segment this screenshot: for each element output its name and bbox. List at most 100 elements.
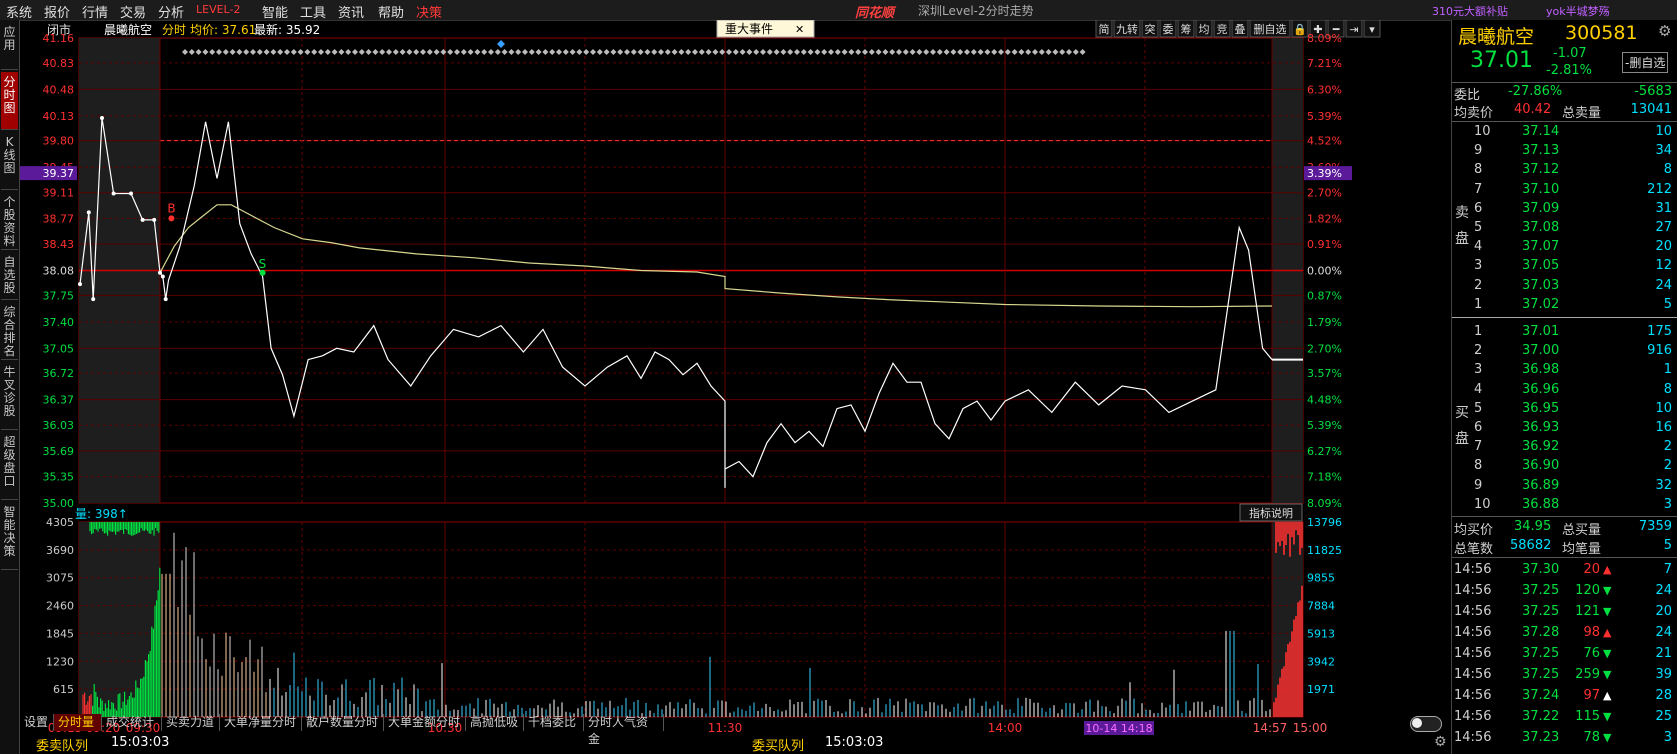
- event-diamond[interactable]: [726, 49, 732, 55]
- event-diamond[interactable]: [556, 49, 562, 55]
- bottom-tab-2[interactable]: 成交统计: [102, 714, 162, 731]
- event-diamond[interactable]: [1018, 49, 1025, 55]
- event-diamond[interactable]: [515, 49, 522, 55]
- event-diamond[interactable]: [834, 49, 841, 55]
- event-diamond[interactable]: [182, 49, 188, 55]
- user-name[interactable]: yok半城梦殇: [1546, 3, 1610, 19]
- event-diamond[interactable]: [719, 49, 726, 55]
- event-diamond[interactable]: [644, 49, 651, 55]
- event-diamond[interactable]: [821, 49, 828, 55]
- event-diamond[interactable]: [950, 49, 957, 55]
- event-diamond[interactable]: [528, 49, 535, 55]
- event-diamond[interactable]: [392, 49, 399, 55]
- event-diamond[interactable]: [324, 49, 331, 55]
- event-diamond[interactable]: [420, 49, 426, 55]
- event-diamond[interactable]: [1038, 49, 1045, 55]
- event-diamond[interactable]: [562, 49, 569, 55]
- event-markers[interactable]: [182, 40, 1086, 55]
- event-diamond[interactable]: [637, 49, 644, 55]
- event-diamond[interactable]: [1004, 49, 1011, 55]
- nav-2[interactable]: K线图: [1, 132, 18, 190]
- nav-6[interactable]: 牛叉诊股: [1, 362, 18, 430]
- event-diamond[interactable]: [522, 49, 528, 55]
- event-diamond[interactable]: [202, 49, 209, 55]
- event-diamond[interactable]: [229, 49, 236, 55]
- event-diamond[interactable]: [399, 49, 406, 55]
- event-diamond[interactable]: [256, 49, 263, 55]
- event-diamond[interactable]: [780, 49, 787, 55]
- event-diamond[interactable]: [991, 49, 998, 55]
- menu-item-0[interactable]: 系统: [6, 2, 32, 21]
- event-diamond[interactable]: [896, 49, 902, 55]
- event-diamond[interactable]: [678, 49, 685, 55]
- event-diamond[interactable]: [406, 49, 413, 55]
- event-diamond[interactable]: [379, 49, 386, 55]
- menu-item-7[interactable]: 工具: [300, 2, 326, 21]
- event-diamond[interactable]: [692, 49, 698, 55]
- event-diamond[interactable]: [236, 49, 243, 55]
- nav-4[interactable]: 自选股: [1, 252, 18, 300]
- event-diamond[interactable]: [331, 49, 338, 55]
- menu-item-1[interactable]: 报价: [44, 2, 70, 21]
- event-diamond[interactable]: [447, 49, 454, 55]
- event-diamond[interactable]: [1079, 49, 1086, 55]
- event-diamond[interactable]: [596, 49, 603, 55]
- settings-gear-icon-bottom[interactable]: ⚙: [1434, 734, 1447, 750]
- event-diamond[interactable]: [1052, 49, 1059, 55]
- event-diamond[interactable]: [277, 49, 284, 55]
- event-diamond[interactable]: [855, 49, 862, 55]
- event-diamond[interactable]: [549, 49, 556, 55]
- event-diamond[interactable]: [358, 49, 365, 55]
- event-diamond[interactable]: [766, 49, 773, 55]
- event-diamond[interactable]: [263, 49, 270, 55]
- nav-7[interactable]: 超级盘口: [1, 432, 18, 500]
- settings-gear-icon[interactable]: ⚙: [1658, 22, 1671, 40]
- event-diamond[interactable]: [705, 49, 712, 55]
- event-diamond[interactable]: [712, 49, 719, 55]
- event-diamond[interactable]: [732, 49, 739, 55]
- bottom-tab-0[interactable]: 设置: [20, 714, 54, 731]
- buy-point[interactable]: [168, 215, 175, 222]
- event-diamond[interactable]: [760, 49, 766, 55]
- close-icon[interactable]: ✕: [795, 23, 804, 36]
- event-diamond[interactable]: [630, 49, 637, 55]
- ad-banner[interactable]: 310元大额补贴: [1432, 3, 1508, 19]
- bottom-tab-4[interactable]: 大单净量分时: [220, 714, 302, 731]
- event-diamond[interactable]: [535, 49, 542, 55]
- event-diamond[interactable]: [794, 49, 800, 55]
- event-diamond[interactable]: [909, 49, 916, 55]
- event-diamond[interactable]: [671, 49, 678, 55]
- event-diamond[interactable]: [658, 49, 664, 55]
- event-diamond[interactable]: [930, 49, 936, 55]
- event-diamond[interactable]: [617, 49, 624, 55]
- event-diamond[interactable]: [1011, 49, 1018, 55]
- event-diamond[interactable]: [868, 49, 875, 55]
- event-diamond[interactable]: [488, 49, 494, 55]
- nav-1[interactable]: 分时图: [1, 72, 18, 130]
- event-diamond[interactable]: [474, 49, 481, 55]
- bottom-tab-1[interactable]: 分时量: [54, 714, 102, 731]
- bottom-tab-3[interactable]: 买卖力道: [162, 714, 220, 731]
- event-diamond[interactable]: [814, 49, 821, 55]
- event-diamond[interactable]: [590, 49, 596, 55]
- event-diamond[interactable]: [386, 49, 392, 55]
- event-diamond[interactable]: [345, 49, 352, 55]
- event-diamond[interactable]: [270, 49, 277, 55]
- event-diamond[interactable]: [413, 49, 420, 55]
- event-diamond[interactable]: [977, 49, 984, 55]
- event-diamond[interactable]: [875, 49, 882, 55]
- event-diamond[interactable]: [848, 49, 855, 55]
- event-diamond[interactable]: [1059, 49, 1066, 55]
- event-diamond[interactable]: [365, 49, 372, 55]
- event-diamond[interactable]: [243, 49, 250, 55]
- bottom-tab-6[interactable]: 大单金额分时: [384, 714, 466, 731]
- event-diamond[interactable]: [807, 49, 814, 55]
- event-diamond[interactable]: [936, 49, 943, 55]
- event-diamond[interactable]: [603, 49, 610, 55]
- event-diamond[interactable]: [460, 49, 467, 55]
- event-diamond[interactable]: [433, 49, 440, 55]
- bottom-tab-8[interactable]: 千档委比: [524, 714, 584, 731]
- event-diamond[interactable]: [970, 49, 977, 55]
- event-diamond[interactable]: [923, 49, 930, 55]
- event-diamond[interactable]: [862, 49, 868, 55]
